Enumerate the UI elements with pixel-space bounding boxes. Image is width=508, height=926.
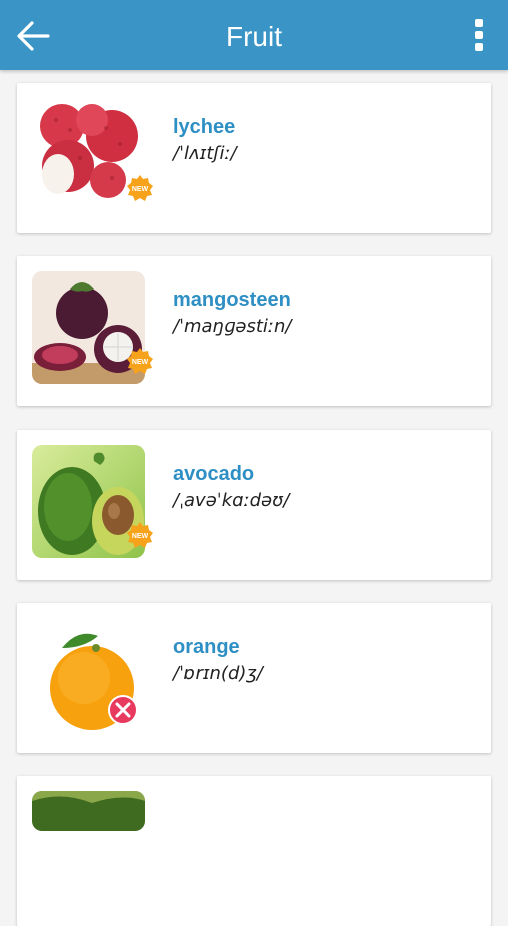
list-item-avocado[interactable]: NEW avocado /ˌavəˈkɑːdəʊ/: [17, 430, 491, 580]
app-bar: Fruit: [0, 0, 508, 70]
word-label: avocado: [173, 463, 255, 485]
svg-text:NEW: NEW: [132, 533, 149, 540]
word-label: lychee: [173, 116, 236, 138]
pronunciation-label: /ˈɒrɪn(d)ʒ/: [173, 663, 263, 684]
new-badge-icon: NEW: [127, 175, 153, 201]
list-item-orange[interactable]: orange /ˈɒrɪn(d)ʒ/: [17, 603, 491, 753]
overflow-menu-button[interactable]: [472, 19, 486, 53]
word-label: orange: [173, 636, 240, 658]
list-item-mangosteen[interactable]: NEW mangosteen /ˈmaŋɡəstiːn/: [17, 256, 491, 406]
pronunciation-label: /ˈlʌɪtʃiː/: [173, 143, 237, 164]
word-label: mangosteen: [173, 289, 291, 311]
new-badge-icon: NEW: [127, 348, 153, 374]
list-item-partial[interactable]: [17, 776, 491, 926]
fruit-image: [32, 791, 145, 831]
pronunciation-label: /ˈmaŋɡəstiːn/: [173, 316, 292, 337]
list-item-lychee[interactable]: NEW lychee /ˈlʌɪtʃiː/: [17, 83, 491, 233]
svg-text:NEW: NEW: [132, 186, 149, 193]
pronunciation-label: /ˌavəˈkɑːdəʊ/: [173, 490, 290, 511]
new-badge-icon: NEW: [127, 522, 153, 548]
remove-badge-icon[interactable]: [108, 695, 138, 725]
svg-text:NEW: NEW: [132, 359, 149, 366]
more-vertical-icon: [475, 19, 483, 27]
page-title: Fruit: [226, 21, 282, 52]
